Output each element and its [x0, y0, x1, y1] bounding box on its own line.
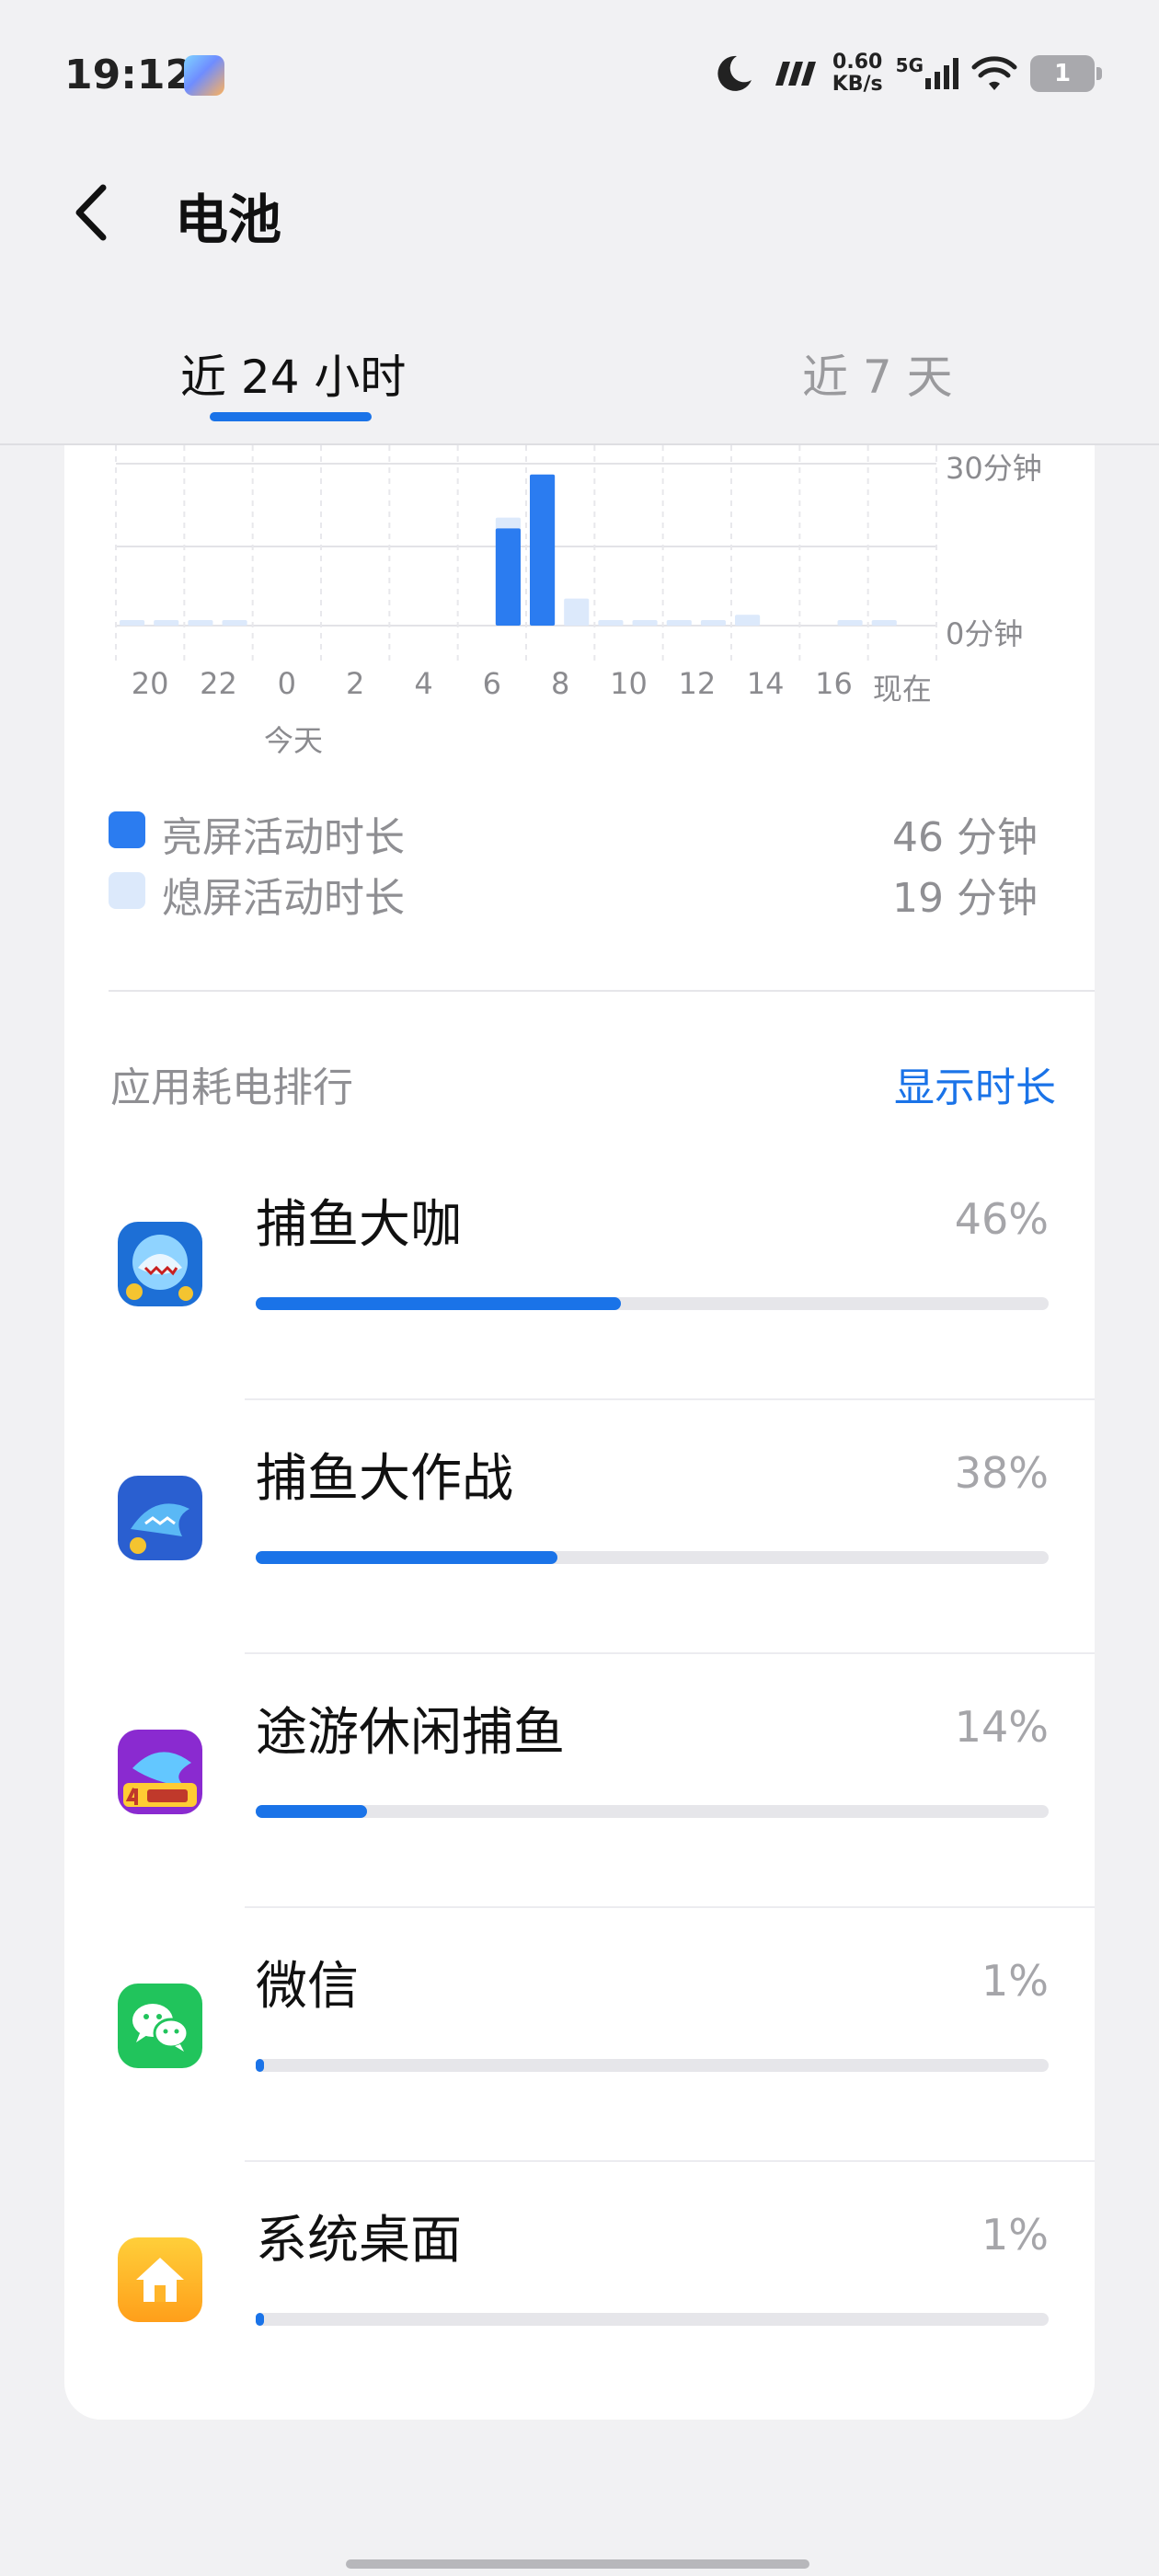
legend-screen-off: 熄屏活动时长 19 分钟: [109, 859, 1038, 922]
tab-7-days[interactable]: 近 7 天: [802, 340, 953, 407]
x-tick-label: 10: [610, 666, 648, 701]
bar-screen-on: [530, 474, 556, 626]
x-tick-label: 14: [746, 666, 785, 701]
home-launcher-icon: [118, 2237, 202, 2322]
app-row-buyudaka[interactable]: 捕鱼大咖 46%: [64, 1146, 1095, 1400]
wifi-icon: [971, 56, 1017, 90]
notification-app-icon: [184, 55, 224, 96]
bar-screen-off: [700, 620, 726, 626]
x-tick-label: 22: [200, 666, 237, 701]
time-range-tabs: 近 24 小时 近 7 天: [0, 322, 1159, 442]
battery-indicator: 1: [1030, 55, 1102, 92]
bar-screen-off: [837, 620, 863, 626]
app-percent: 38%: [954, 1448, 1049, 1498]
app-percent: 14%: [954, 1702, 1049, 1752]
bar-screen-off: [154, 620, 179, 626]
app-name: 途游休闲捕鱼: [256, 1703, 565, 1763]
clock: 19:12: [64, 52, 194, 98]
fishing-game-icon: [118, 1222, 202, 1306]
app-percent: 1%: [981, 1956, 1049, 2006]
x-tick-label: 20: [131, 666, 169, 701]
do-not-disturb-moon-icon: [717, 55, 752, 91]
x-sublabel-today: 今天: [263, 723, 324, 758]
usage-bar-track: [256, 1551, 1049, 1564]
legend-screen-on: 亮屏活动时长 46 分钟: [109, 799, 1038, 861]
legend-value: 19 分钟: [892, 875, 1038, 922]
bar-screen-off: [564, 598, 590, 626]
app-name: 捕鱼大咖: [256, 1195, 462, 1255]
wechat-icon: [118, 1984, 202, 2068]
back-arrow-icon[interactable]: [64, 180, 120, 245]
network-type: 5G: [895, 54, 924, 76]
app-name: 系统桌面: [256, 2211, 462, 2271]
y-tick-label-top: 30分钟: [946, 451, 1042, 486]
fishing-battle-icon: [118, 1476, 202, 1560]
tab-indicator: [210, 412, 372, 421]
x-tick-label: 8: [550, 666, 570, 701]
status-bar: 19:12 0.60 KB/s 5G 1: [0, 0, 1159, 147]
x-tick-label: 12: [678, 666, 717, 701]
page-title: 电池: [175, 189, 282, 251]
usage-bar-chart: 30分钟 0分钟 20 22 0 2 4 6 8 10 12 14 16 现在 今天: [64, 445, 1095, 776]
bar-screen-off: [188, 620, 213, 626]
usage-bar-track: [256, 2313, 1049, 2326]
usage-bar-track: [256, 2059, 1049, 2072]
chart-canvas: [115, 445, 937, 662]
x-tick-label: 4: [414, 666, 433, 701]
legend-swatch-screen-off: [109, 872, 145, 909]
bar-screen-off: [632, 620, 658, 626]
legend-label: 熄屏活动时长: [162, 875, 405, 922]
bar-screen-off: [666, 620, 692, 626]
speed-value: 0.60: [832, 51, 883, 74]
app-percent: 1%: [981, 2210, 1049, 2260]
usage-bar-fill: [256, 1805, 367, 1818]
home-indicator[interactable]: [346, 2559, 809, 2569]
bar-screen-off: [222, 620, 247, 626]
cellular-signal: 5G: [896, 54, 958, 89]
app-row-wechat[interactable]: 微信 1%: [64, 1908, 1095, 2162]
legend-swatch-screen-on: [109, 811, 145, 848]
usage-bar-fill: [256, 2059, 264, 2072]
ranking-title: 应用耗电排行: [110, 1064, 353, 1111]
signal-mode-icon: [775, 62, 816, 86]
app-row-buyudazuozhan[interactable]: 捕鱼大作战 38%: [64, 1400, 1095, 1654]
x-tick-label: 现在: [872, 672, 932, 707]
usage-bar-track: [256, 1805, 1049, 1818]
x-tick-label: 2: [345, 666, 365, 701]
app-row-launcher[interactable]: 系统桌面 1%: [64, 2162, 1095, 2416]
battery-card: 30分钟 0分钟 20 22 0 2 4 6 8 10 12 14 16 现在 今天 亮屏活动时长 4…: [64, 445, 1095, 2420]
app-name: 捕鱼大作战: [256, 1449, 513, 1509]
app-name: 微信: [256, 1957, 359, 2017]
legend-label: 亮屏活动时长: [162, 814, 405, 861]
speed-unit: KB/s: [832, 73, 883, 96]
usage-bar-fill: [256, 1297, 621, 1310]
app-row-tuyou[interactable]: 途游休闲捕鱼 14%: [64, 1654, 1095, 1908]
section-divider: [109, 990, 1095, 992]
usage-bar-fill: [256, 2313, 264, 2326]
bar-screen-off: [735, 615, 761, 626]
page-header: 电池: [0, 156, 1159, 267]
x-tick-label: 16: [815, 666, 853, 701]
usage-bar-track: [256, 1297, 1049, 1310]
tuyou-fishing-icon: [118, 1730, 202, 1814]
cellular-signal-icon: [925, 58, 958, 89]
network-speed: 0.60 KB/s: [832, 52, 883, 96]
bar-screen-off: [598, 620, 624, 626]
y-tick-label-bottom: 0分钟: [946, 616, 1024, 651]
app-percent: 46%: [954, 1194, 1049, 1244]
usage-bar-fill: [256, 1551, 557, 1564]
bar-screen-off: [871, 620, 897, 626]
x-tick-label: 6: [482, 666, 502, 701]
x-tick-label: 0: [277, 666, 297, 701]
legend-value: 46 分钟: [892, 814, 1038, 861]
bar-screen-on: [495, 528, 521, 626]
bar-screen-off: [120, 620, 145, 626]
tab-24-hours[interactable]: 近 24 小时: [180, 340, 406, 407]
show-duration-button[interactable]: 显示时长: [894, 1054, 1056, 1113]
status-icons: 0.60 KB/s 5G 1: [713, 48, 1102, 99]
